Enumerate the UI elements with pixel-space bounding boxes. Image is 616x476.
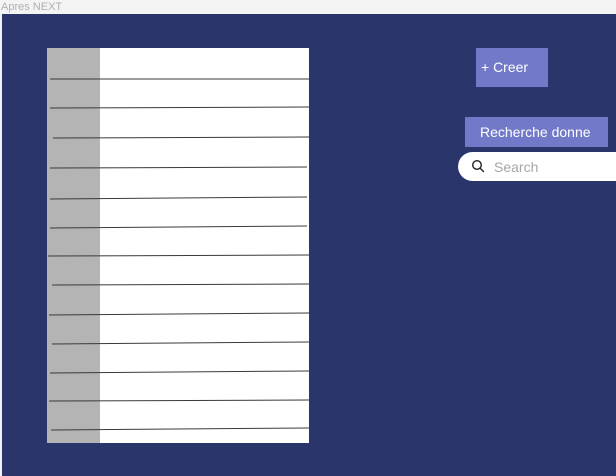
search-data-button[interactable]: Recherche donne <box>465 117 608 147</box>
search-icon <box>471 159 485 173</box>
table-row-divider <box>50 427 309 431</box>
table-row-divider <box>47 254 309 257</box>
table-row-dividers <box>47 78 309 431</box>
table-row-divider <box>49 196 308 200</box>
app-window: Apres NEXT + Creer Recherche donne <box>0 0 616 476</box>
data-table <box>47 48 309 443</box>
table-row-divider <box>48 312 309 316</box>
main-canvas: + Creer Recherche donne <box>2 14 616 476</box>
search-input[interactable] <box>494 157 612 176</box>
window-title: Apres NEXT <box>0 0 616 14</box>
table-row-divider <box>48 399 309 402</box>
table-row-divider <box>49 166 308 169</box>
table-row-divider <box>49 370 309 374</box>
table-row-divider <box>52 136 309 139</box>
table-row-divider <box>49 225 308 229</box>
create-button[interactable]: + Creer <box>476 48 548 87</box>
table-row-divider <box>51 341 309 345</box>
table-row-divider <box>49 106 309 109</box>
search-box[interactable] <box>458 152 616 181</box>
table-row-divider <box>51 283 309 286</box>
